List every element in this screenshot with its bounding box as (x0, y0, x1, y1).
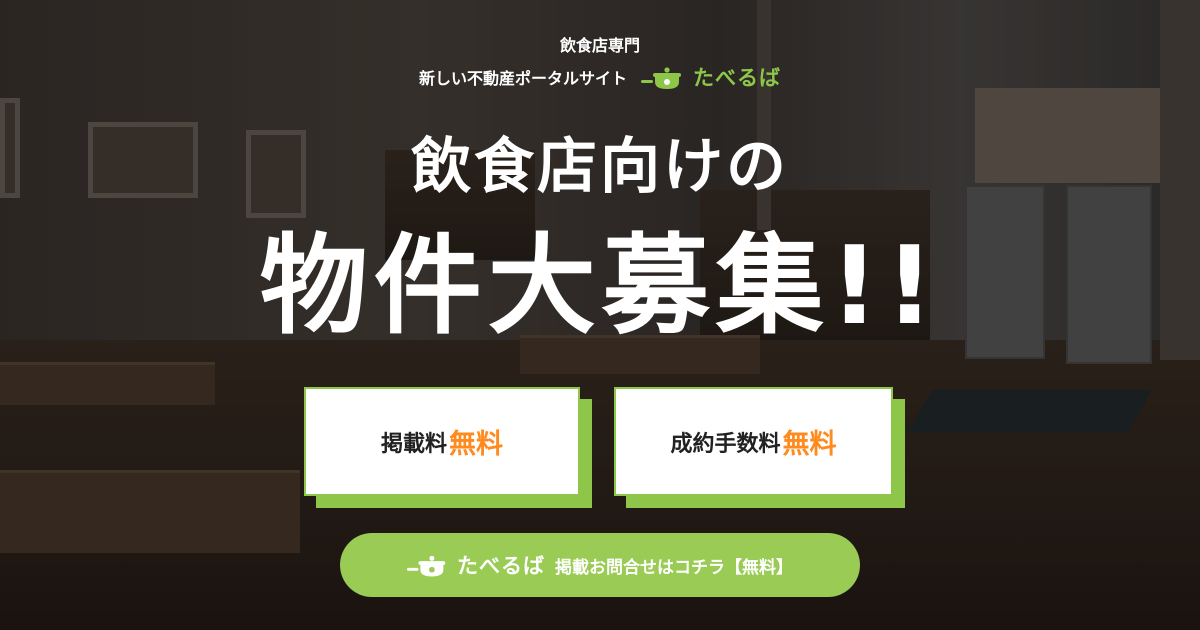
cta-brand-logo: たべるば (407, 550, 545, 580)
contract-fee-label: 成約手数料 (670, 431, 781, 457)
listing-fee-free-card: 掲載料 無料 (304, 387, 580, 496)
hero-headline-sub: 飲食店向けの (411, 132, 789, 202)
contract-fee-free-badge: 無料 (782, 429, 837, 460)
hero-headline-main: 物件大募集!! (259, 224, 941, 349)
cta-brand-name: たべるば (457, 554, 545, 578)
brand-logo: たべるば (641, 62, 781, 92)
listing-fee-free-badge: 無料 (449, 429, 503, 460)
tagline-text: 新しい不動産ポータルサイト (418, 69, 627, 88)
cta-label: 掲載お問合せはコチラ【無料】 (555, 557, 793, 578)
site-tagline: 新しい不動産ポータルサイト たべるば (0, 62, 1200, 92)
pot-icon (407, 555, 446, 577)
listing-inquiry-button[interactable]: たべるば 掲載お問合せはコチラ【無料】 (340, 533, 860, 597)
site-category-label: 飲食店専門 (559, 36, 640, 55)
listing-fee-label: 掲載料 (380, 431, 447, 457)
pot-icon (641, 67, 681, 89)
contract-fee-free-card: 成約手数料 無料 (614, 387, 893, 496)
brand-name: たべるば (693, 66, 781, 90)
